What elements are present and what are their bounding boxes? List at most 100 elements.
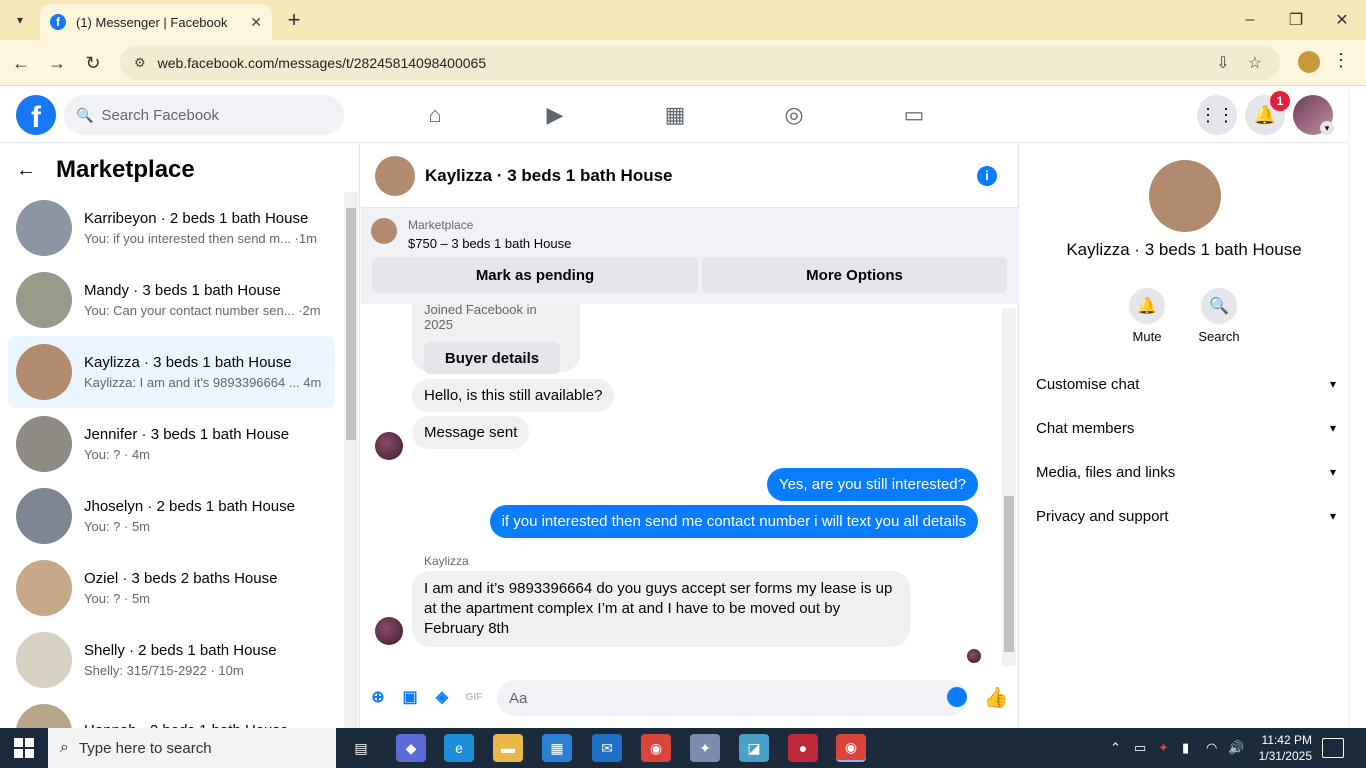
tray-icon[interactable]: ✦ (1158, 740, 1169, 756)
details-avatar[interactable] (1149, 160, 1221, 232)
app-icon[interactable]: ✦ (690, 734, 720, 762)
mute-bell-icon[interactable]: 🔔 (1129, 288, 1165, 324)
customise-chat-row[interactable]: Customise chat ▾ (1036, 364, 1336, 404)
marketplace-chat-list: ← Marketplace Karribeyon · 2 beds 1 bath… (0, 144, 360, 728)
photo-icon[interactable]: ▣ (399, 686, 421, 708)
chrome-icon[interactable]: ◉ (641, 734, 671, 762)
tray-chevron-up-icon[interactable]: ⌃ (1110, 740, 1121, 756)
reload-icon[interactable]: ↻ (80, 50, 106, 76)
chat-title[interactable]: Kaylizza · 3 beds 1 bath House (425, 166, 977, 186)
minimize-icon[interactable]: – (1238, 8, 1262, 32)
menu-grid-icon[interactable]: ⋮⋮ (1197, 95, 1237, 135)
address-bar[interactable]: ⚙ web.facebook.com/messages/t/2824581409… (120, 46, 1280, 80)
chat-avatar[interactable] (375, 155, 415, 196)
info-icon[interactable]: i (977, 165, 997, 186)
bookmark-star-icon[interactable]: ☆ (1248, 53, 1262, 73)
conversation-item[interactable]: Hannah · 2 beds 1 bath House (8, 696, 335, 728)
windows-start-icon[interactable] (14, 738, 34, 758)
back-arrow-icon[interactable]: ← (16, 159, 36, 182)
chrome-menu-icon[interactable]: ⋮ (1332, 50, 1350, 71)
reply-line-2: at the apartment complex I’m at and I ha… (424, 600, 841, 617)
copilot-icon[interactable]: ◆ (396, 734, 426, 762)
window-close-icon[interactable]: ✕ (1330, 8, 1354, 32)
thumbs-up-icon[interactable]: 👍 (984, 686, 1009, 709)
browser-tab-messenger[interactable]: f (1) Messenger | Facebook ✕ (40, 4, 272, 40)
conversation-item[interactable]: Mandy · 3 beds 1 bath House You: Can your… (8, 264, 335, 336)
more-options-button[interactable]: More Options (702, 257, 1007, 293)
marketplace-icon[interactable]: ▦ (660, 101, 690, 129)
site-info-icon[interactable]: ⚙ (134, 55, 146, 71)
conversation-thumbnail (16, 488, 72, 544)
wifi-icon[interactable]: ◠ (1206, 740, 1217, 756)
conversation-thumbnail (16, 344, 72, 400)
search-icon: ⌕ (60, 739, 69, 756)
search-icon[interactable]: 🔍 (1201, 288, 1237, 324)
plus-circle-icon[interactable]: ⊕ (367, 686, 389, 708)
recorder-icon[interactable]: ● (788, 734, 818, 762)
battery-icon[interactable]: ▮ (1182, 740, 1189, 756)
conversation-item[interactable]: Jhoselyn · 2 beds 1 bath House You: ? · 5… (8, 480, 335, 552)
conversation-item[interactable]: Shelly · 2 beds 1 bath House Shelly: 315/… (8, 624, 335, 696)
edge-icon[interactable]: e (444, 734, 474, 762)
facebook-search-input[interactable]: 🔍 Search Facebook (64, 95, 344, 135)
tray-icon[interactable]: ▭ (1134, 740, 1146, 756)
taskbar-search-input[interactable]: ⌕ Type here to search (48, 728, 336, 768)
chat-members-row[interactable]: Chat members ▾ (1036, 408, 1336, 448)
action-center-icon[interactable] (1322, 738, 1344, 758)
conversation-name: Shelly · 2 beds 1 bath House (84, 642, 277, 659)
conversation-thumbnail (16, 704, 72, 728)
sender-avatar[interactable] (375, 617, 403, 645)
conversation-item[interactable]: Karribeyon · 2 beds 1 bath House You: if … (8, 192, 335, 264)
buyer-info-card: Joined Facebook in 2025 Buyer details (412, 304, 580, 374)
message-bubble: I am and it’s 9893396664 do you guys acc… (412, 571, 910, 647)
groups-icon[interactable]: ◎ (779, 101, 809, 129)
file-explorer-icon[interactable]: ▬ (493, 734, 523, 762)
mark-as-pending-button[interactable]: Mark as pending (372, 257, 698, 293)
sticker-icon[interactable]: ◈ (431, 686, 453, 708)
conversation-item[interactable]: Oziel · 3 beds 2 baths House You: ? · 5m (8, 552, 335, 624)
conversation-thumbnail (16, 632, 72, 688)
task-view-icon[interactable]: ▤ (346, 734, 376, 762)
chat-header: Kaylizza · 3 beds 1 bath House i (361, 144, 1019, 208)
back-arrow-icon[interactable]: ← (8, 50, 34, 76)
tab-search-chevron-icon[interactable]: ▾ (6, 6, 34, 34)
conversation-name: Karribeyon · 2 beds 1 bath House (84, 210, 309, 227)
page-scrollbar[interactable] (1348, 87, 1366, 728)
gif-icon[interactable]: GIF (463, 686, 485, 708)
conversation-item[interactable]: Jennifer · 3 beds 1 bath House You: ? · 4… (8, 408, 335, 480)
store-icon[interactable]: ▦ (542, 734, 572, 762)
clock-date: 1/31/2025 (1258, 749, 1312, 763)
left-scrollbar[interactable] (344, 192, 358, 728)
home-icon[interactable]: ⌂ (420, 101, 450, 129)
chrome-profile-avatar[interactable] (1298, 51, 1320, 73)
media-files-links-row[interactable]: Media, files and links ▾ (1036, 452, 1336, 492)
mail-icon[interactable]: ✉ (592, 734, 622, 762)
gaming-icon[interactable]: ▭ (899, 101, 929, 129)
tab-close-icon[interactable]: ✕ (250, 14, 262, 31)
account-chevron-down-icon[interactable]: ▾ (1320, 121, 1334, 135)
emoji-icon[interactable] (947, 687, 967, 707)
chat-scrollbar[interactable] (1002, 308, 1016, 666)
buyer-details-button[interactable]: Buyer details (424, 342, 560, 374)
forward-arrow-icon[interactable]: → (44, 50, 70, 76)
video-icon[interactable]: ▶ (540, 101, 570, 129)
facebook-logo-icon[interactable]: f (16, 95, 56, 135)
app-icon[interactable]: ◪ (739, 734, 769, 762)
restore-icon[interactable]: ❐ (1284, 8, 1308, 32)
message-input[interactable]: Aa (497, 680, 967, 716)
details-name: Kaylizza · 3 beds 1 bath House (1066, 240, 1302, 259)
sender-avatar[interactable] (375, 432, 403, 460)
volume-icon[interactable]: 🔊 (1228, 740, 1244, 756)
conversation-thumbnail (16, 200, 72, 256)
sent-message-bubble: Yes, are you still interested? (766, 468, 978, 501)
facebook-header: f 🔍 Search Facebook ⌂ ▶ ▦ ◎ ▭ ⋮⋮ 🔔 1 ▾ (0, 87, 1348, 143)
listing-price[interactable]: $750 – 3 beds 1 bath House (408, 236, 571, 251)
url-text[interactable]: web.facebook.com/messages/t/282458140984… (158, 55, 1217, 71)
new-tab-plus-icon[interactable]: + (282, 7, 306, 32)
listing-thumbnail[interactable] (371, 218, 397, 244)
conversation-item[interactable]: Kaylizza · 3 beds 1 bath House Kaylizza: … (8, 336, 335, 408)
chrome-active-icon[interactable]: ◉ (836, 734, 866, 762)
privacy-support-row[interactable]: Privacy and support ▾ (1036, 496, 1336, 536)
install-app-icon[interactable]: ⇩ (1216, 53, 1229, 73)
taskbar-clock[interactable]: 11:42 PM 1/31/2025 (1252, 732, 1312, 764)
